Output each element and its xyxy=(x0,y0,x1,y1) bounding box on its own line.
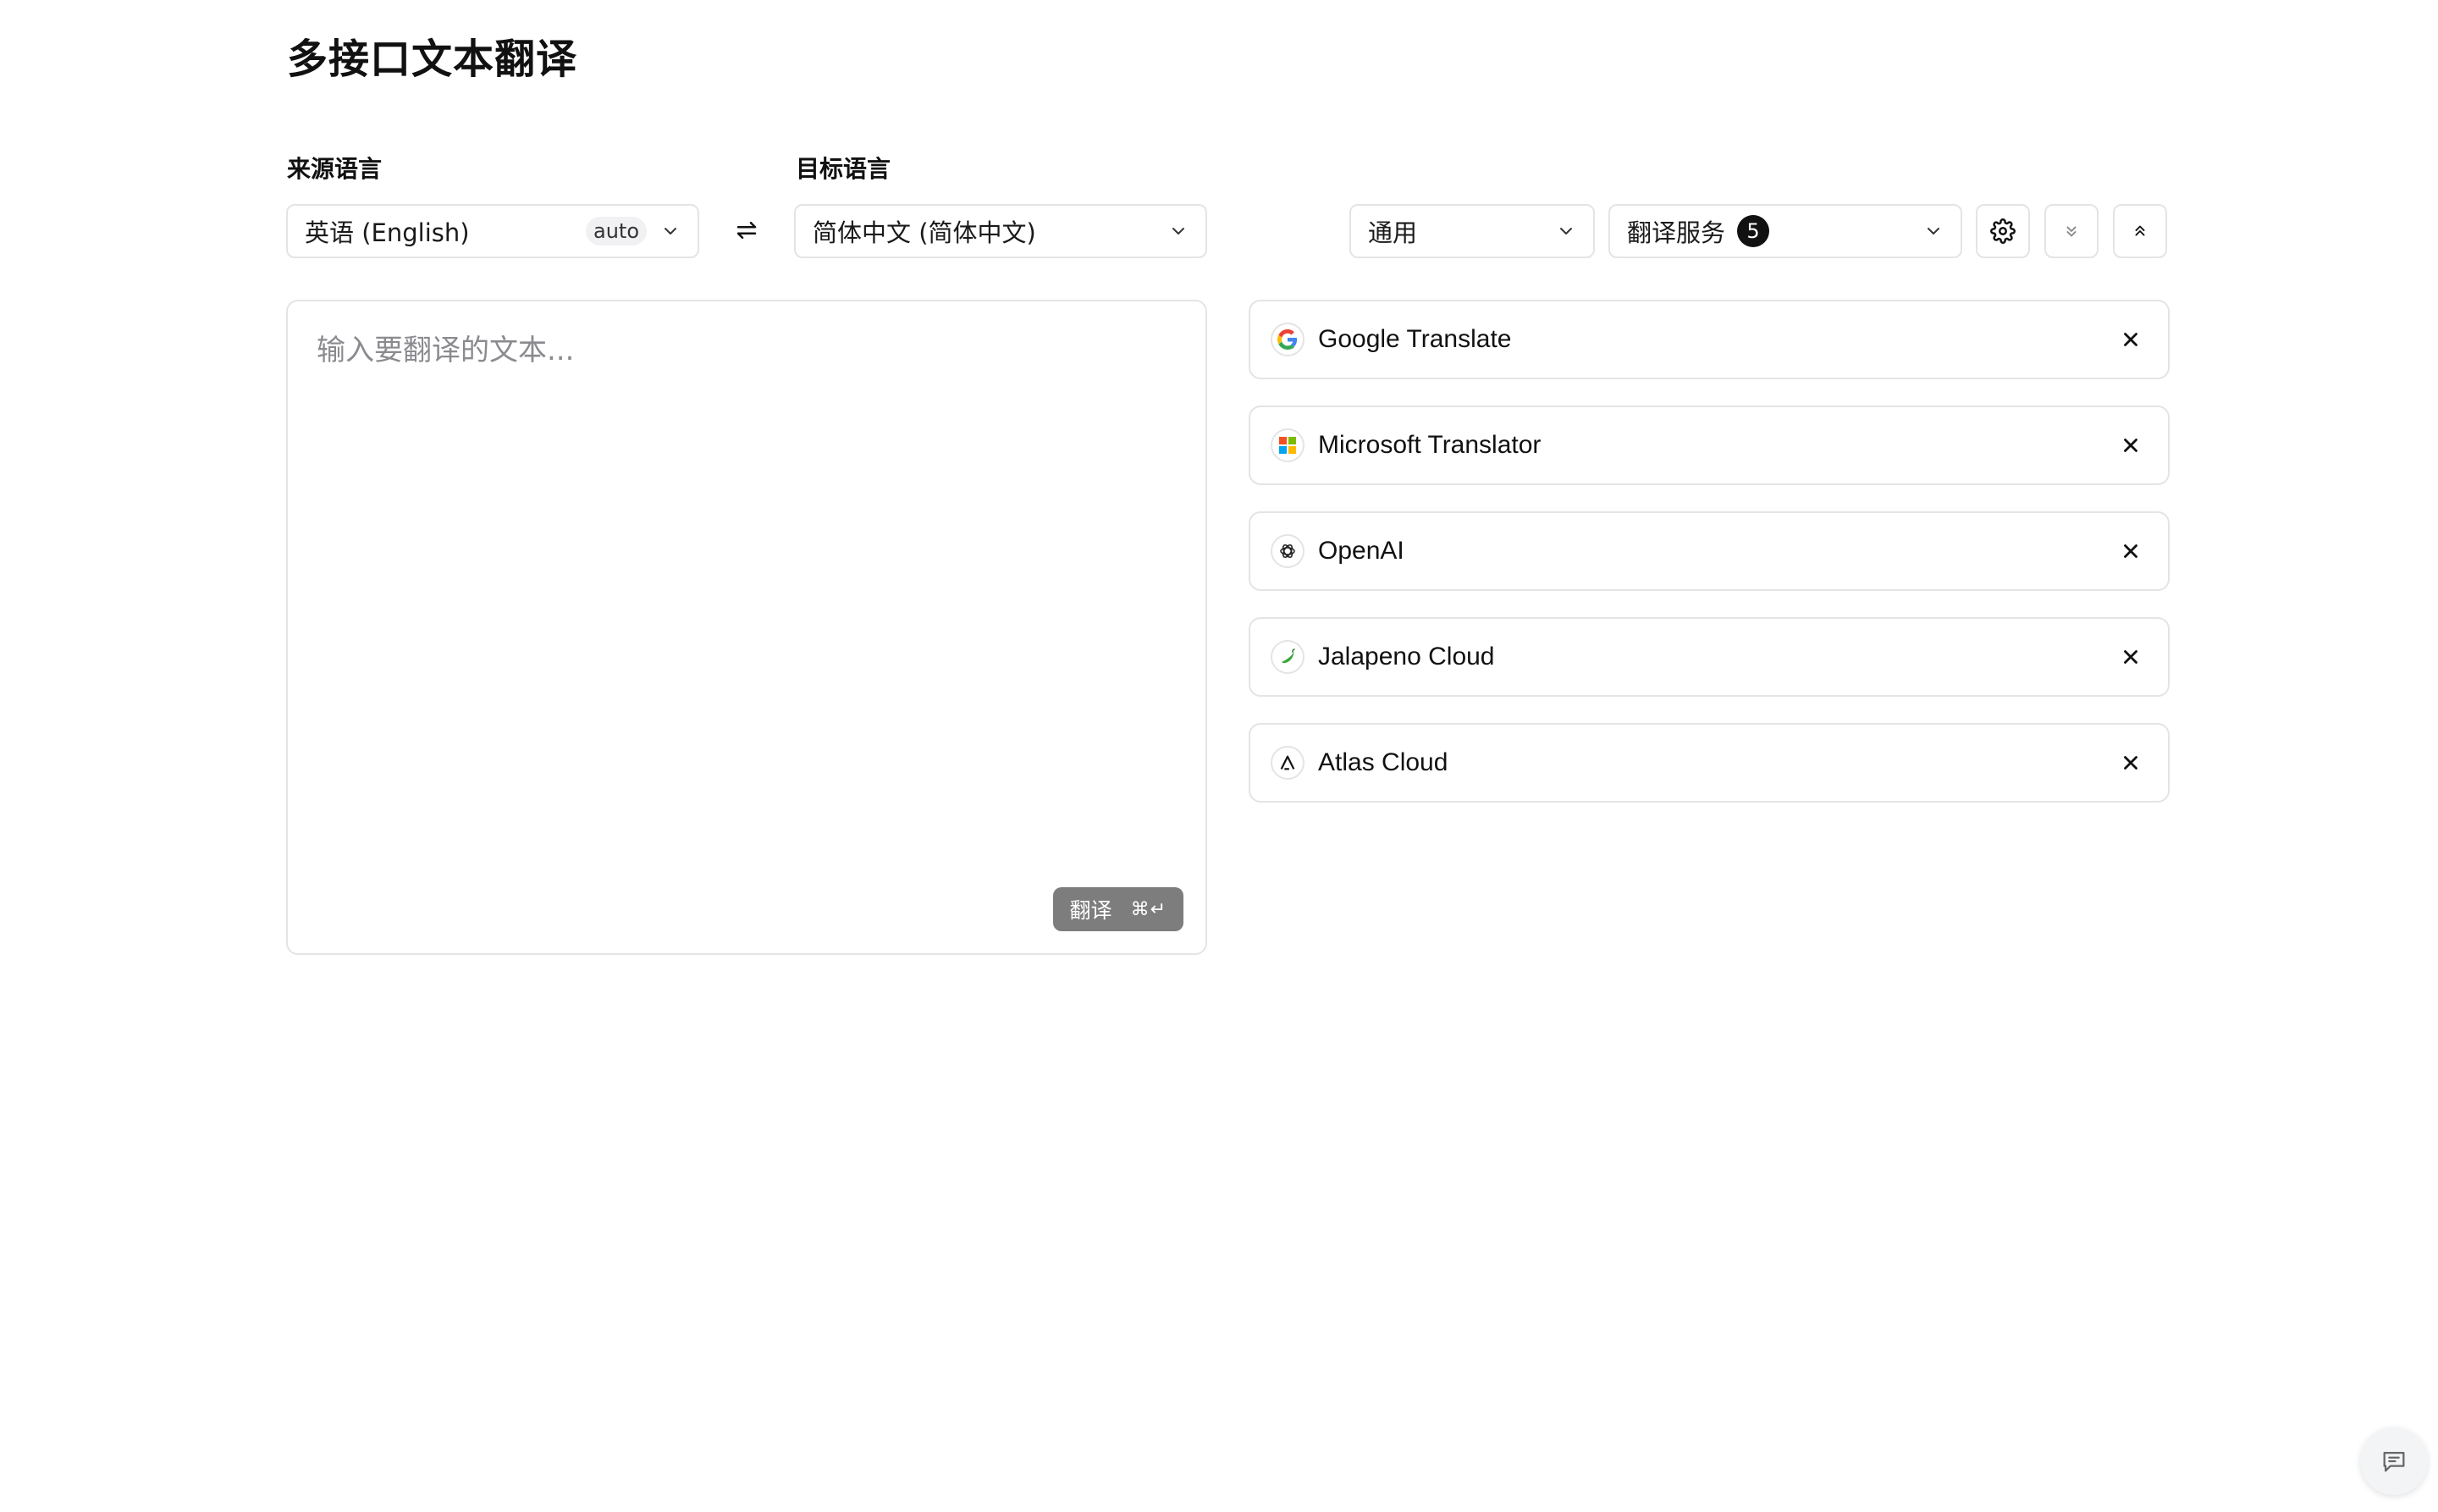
feedback-chat-button[interactable] xyxy=(2360,1427,2428,1495)
translate-shortcut: ⌘↵ xyxy=(1130,898,1167,920)
source-text-input[interactable] xyxy=(288,301,1205,953)
chevron-down-icon xyxy=(1172,228,1184,235)
chat-icon xyxy=(2383,1451,2405,1472)
remove-service-button[interactable] xyxy=(2112,321,2149,358)
service-card-jalapeno[interactable]: Jalapeno Cloud xyxy=(1249,617,2170,697)
microsoft-logo-icon xyxy=(1271,428,1304,462)
jalapeno-logo-icon xyxy=(1271,640,1304,674)
source-language-label: 来源语言 xyxy=(287,155,383,183)
gear-icon xyxy=(1990,218,2016,244)
atlas-logo-icon xyxy=(1271,746,1304,780)
auto-detect-badge: auto xyxy=(585,217,647,246)
chevrons-down-icon xyxy=(2066,226,2077,237)
source-language-value: 英语 (English) xyxy=(305,218,470,247)
remove-service-button[interactable] xyxy=(2112,638,2149,676)
service-name: Atlas Cloud xyxy=(1318,748,1448,776)
service-name: OpenAI xyxy=(1318,537,1404,565)
close-icon xyxy=(2124,650,2137,664)
service-card-openai[interactable]: OpenAI xyxy=(1249,511,2170,591)
target-language-select[interactable]: 简体中文 (简体中文) xyxy=(794,204,1207,258)
service-name: Jalapeno Cloud xyxy=(1318,643,1495,670)
google-logo-icon xyxy=(1271,323,1304,356)
chevron-down-icon xyxy=(1560,228,1572,235)
close-icon xyxy=(2124,756,2137,770)
translation-services-label: 翻译服务 xyxy=(1627,218,1726,247)
expand-all-button[interactable] xyxy=(2044,204,2099,258)
settings-button[interactable] xyxy=(1976,204,2030,258)
collapse-all-button[interactable] xyxy=(2113,204,2167,258)
domain-select[interactable]: 通用 xyxy=(1349,204,1595,258)
target-language-label: 目标语言 xyxy=(796,155,891,183)
close-icon xyxy=(2124,439,2137,452)
openai-logo-icon xyxy=(1271,534,1304,568)
close-icon xyxy=(2124,544,2137,558)
service-card-atlas[interactable]: Atlas Cloud xyxy=(1249,723,2170,803)
domain-select-value: 通用 xyxy=(1368,218,1418,247)
remove-service-button[interactable] xyxy=(2112,427,2149,464)
service-card-microsoft[interactable]: Microsoft Translator xyxy=(1249,406,2170,485)
translate-button[interactable]: 翻译 ⌘↵ xyxy=(1052,887,1183,931)
page-title: 多接口文本翻译 xyxy=(287,36,578,83)
swap-languages-button[interactable] xyxy=(728,212,765,249)
remove-service-button[interactable] xyxy=(2112,744,2149,781)
service-name: Microsoft Translator xyxy=(1318,431,1542,459)
service-card-google[interactable]: Google Translate xyxy=(1249,300,2170,379)
translate-button-label: 翻译 xyxy=(1069,898,1112,923)
chevrons-up-icon xyxy=(2135,225,2145,236)
chevron-down-icon xyxy=(1928,228,1939,235)
source-text-area-container: 翻译 ⌘↵ xyxy=(286,300,1207,955)
remove-service-button[interactable] xyxy=(2112,533,2149,570)
target-language-value: 简体中文 (简体中文) xyxy=(813,218,1036,247)
translation-services-select[interactable]: 翻译服务 5 xyxy=(1608,204,1962,258)
chevron-down-icon xyxy=(665,228,676,235)
source-language-select[interactable]: 英语 (English) auto xyxy=(286,204,699,258)
service-name: Google Translate xyxy=(1318,325,1512,353)
swap-icon xyxy=(736,222,757,239)
services-count-badge: 5 xyxy=(1737,215,1770,247)
close-icon xyxy=(2124,333,2137,346)
